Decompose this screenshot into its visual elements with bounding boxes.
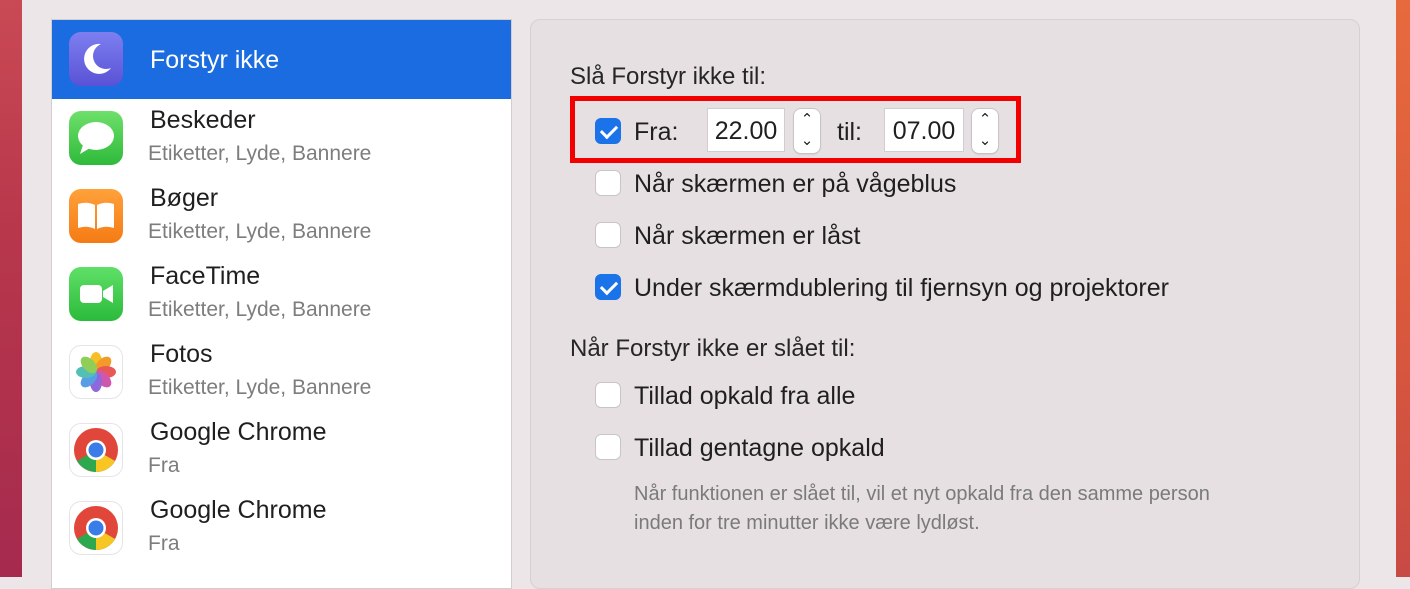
photos-icon	[69, 345, 123, 399]
notifications-preferences-window: Forstyr ikke Beskeder Etiketter, Lyde, B…	[22, 0, 1396, 589]
app-list-item-title: FaceTime	[150, 262, 261, 290]
repeated-calls-hint: Når funktionen er slået til, vil et nyt …	[634, 480, 1354, 538]
app-list: Forstyr ikke Beskeder Etiketter, Lyde, B…	[51, 19, 512, 589]
app-list-item-title: Beskeder	[150, 106, 256, 134]
app-list-item-do-not-disturb[interactable]: Forstyr ikke	[52, 20, 511, 99]
app-list-item-subtitle: Fra	[148, 532, 180, 555]
messages-icon	[69, 111, 123, 165]
hint-line-1: Når funktionen er slået til, vil et nyt …	[634, 483, 1210, 505]
mirroring-label: Under skærmdublering til fjernsyn og pro…	[634, 274, 1169, 302]
allow-repeated-calls-label: Tillad gentagne opkald	[634, 434, 885, 462]
screen-locked-checkbox[interactable]	[595, 222, 621, 248]
app-list-item-subtitle: Etiketter, Lyde, Bannere	[148, 376, 372, 399]
app-list-item-messages[interactable]: Beskeder Etiketter, Lyde, Bannere	[52, 99, 511, 177]
moon-icon	[69, 32, 123, 86]
app-list-item-subtitle: Etiketter, Lyde, Bannere	[148, 142, 372, 165]
screensaver-label: Når skærmen er på vågeblus	[634, 170, 957, 198]
app-list-item-subtitle: Fra	[148, 454, 180, 477]
allow-calls-everyone-checkbox[interactable]	[595, 382, 621, 408]
chrome-icon	[69, 423, 123, 477]
app-list-item-title: Fotos	[150, 340, 213, 368]
app-list-item-facetime[interactable]: FaceTime Etiketter, Lyde, Bannere	[52, 255, 511, 333]
allow-calls-everyone-label: Tillad opkald fra alle	[634, 382, 856, 410]
allow-repeated-calls-checkbox[interactable]	[595, 434, 621, 460]
highlight-box	[570, 96, 1021, 163]
app-list-item-subtitle: Etiketter, Lyde, Bannere	[148, 220, 372, 243]
app-list-item-title: Google Chrome	[150, 496, 327, 524]
app-list-item-google-chrome[interactable]: Google Chrome Fra	[52, 411, 511, 489]
desktop-wallpaper-right	[1396, 0, 1410, 577]
app-list-item-books[interactable]: Bøger Etiketter, Lyde, Bannere	[52, 177, 511, 255]
app-list-item-title: Forstyr ikke	[150, 46, 280, 74]
turn-on-heading: Slå Forstyr ikke til:	[570, 63, 767, 90]
app-list-item-google-chrome[interactable]: Google Chrome Fra	[52, 489, 511, 567]
desktop-wallpaper-left	[0, 0, 22, 577]
app-list-item-subtitle: Etiketter, Lyde, Bannere	[148, 298, 372, 321]
app-list-item-title: Google Chrome	[150, 418, 327, 446]
books-icon	[69, 189, 123, 243]
app-list-item-photos[interactable]: Fotos Etiketter, Lyde, Bannere	[52, 333, 511, 411]
app-list-item-title: Bøger	[150, 184, 219, 212]
chrome-icon	[69, 501, 123, 555]
screen-locked-label: Når skærmen er låst	[634, 222, 861, 250]
when-on-heading: Når Forstyr ikke er slået til:	[570, 335, 856, 362]
facetime-icon	[69, 267, 123, 321]
screensaver-checkbox[interactable]	[595, 170, 621, 196]
mirroring-checkbox[interactable]	[595, 274, 621, 300]
hint-line-2: inden for tre minutter ikke være lydløst…	[634, 512, 980, 534]
